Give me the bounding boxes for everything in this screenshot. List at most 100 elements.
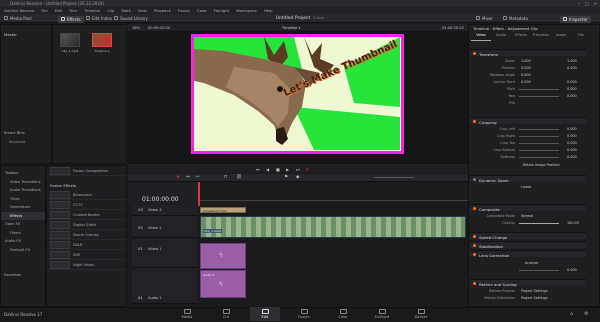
menu-trim[interactable]: Trim (69, 8, 77, 13)
pitch-row[interactable]: Pitch 0.000 (471, 86, 585, 92)
reverse-button[interactable]: ◀ (266, 167, 269, 172)
menu-file[interactable]: File (41, 8, 47, 13)
menu-davinci[interactable]: DaVinci Resolve (4, 8, 34, 13)
menu-color[interactable]: Color (197, 8, 207, 13)
menu-clip[interactable]: Clip (107, 8, 114, 13)
section-composite[interactable]: Composite (470, 204, 586, 212)
fx-digital-glitch[interactable]: Digital Glitch (47, 220, 126, 230)
page-tab-edit[interactable]: Edit (250, 307, 280, 321)
track-header-v3[interactable]: V3 Video 3 (132, 206, 198, 216)
menu-fairlight[interactable]: Fairlight (214, 8, 229, 13)
fx-drone-overlay[interactable]: Drone Overlay (47, 230, 126, 240)
rotation-row[interactable]: Rotation Angle 0.000 (471, 72, 585, 78)
tree-generators[interactable]: Generators (1, 203, 45, 212)
section-lens-correction[interactable]: Lens Correction (470, 250, 586, 258)
menu-workspace[interactable]: Workspace (236, 8, 257, 13)
crop-top-slider[interactable] (519, 142, 559, 144)
anchor-y-value[interactable]: 0.000 (567, 80, 577, 84)
fx-dve[interactable]: DVE (47, 250, 126, 260)
flip-row[interactable]: Flip (471, 100, 585, 106)
section-enabled-dot[interactable] (473, 120, 476, 123)
tree-fairlight-fx[interactable]: Fairlight FX (1, 246, 45, 255)
smart-bins-label[interactable]: Smart Bins (4, 130, 25, 135)
timeline-tracks[interactable]: Adjustment Clip Clip_1.mp4 ϟ Audio 1 ϟ (198, 206, 468, 304)
page-tab-cut[interactable]: Cut (211, 307, 241, 321)
section-dynamic-zoom[interactable]: Dynamic Zoom (470, 175, 586, 183)
inspector-toggle[interactable]: Inspector (560, 15, 591, 23)
flag-icon[interactable]: ⚑ (284, 175, 288, 180)
timeline-ruler[interactable] (198, 182, 468, 206)
video-clip-v2[interactable]: Clip_1.mp4 (200, 216, 466, 238)
crop-bottom-value[interactable]: 0.000 (567, 148, 577, 152)
section-enabled-dot[interactable] (473, 178, 476, 181)
fx-fusion-composition[interactable]: Fusion Composition (47, 166, 126, 176)
page-tab-media[interactable]: Media (172, 307, 202, 321)
anchor-row[interactable]: Anchor Point 0.000 0.000 (471, 79, 585, 85)
audio-clip-1[interactable]: ϟ (200, 243, 246, 269)
distortion-value[interactable]: 0.000 (567, 268, 577, 272)
playhead[interactable] (198, 182, 200, 206)
crop-left-slider[interactable] (519, 128, 559, 130)
composite-mode-value[interactable]: Normal (521, 214, 533, 218)
viewer[interactable]: Let's Make Thumbnail (128, 31, 468, 163)
audio-clip-2[interactable]: Audio 1 ϟ (200, 270, 246, 298)
tree-video-transitions[interactable]: Video Transitions (1, 178, 45, 187)
tree-toolbox[interactable]: Toolbox (1, 169, 45, 178)
crop-left-value[interactable]: 0.000 (567, 127, 577, 131)
pitch-slider[interactable] (519, 88, 559, 90)
menu-help[interactable]: Help (264, 8, 273, 13)
crop-right-row[interactable]: Crop Right 0.000 (471, 133, 585, 139)
snapping-icon[interactable]: ⊓ (224, 175, 228, 180)
close-button[interactable]: ✕ (594, 1, 597, 6)
retime-process-value[interactable]: Project Settings (521, 289, 548, 293)
menu-playback[interactable]: Playback (154, 8, 171, 13)
jump-end-button[interactable]: ⏭ (296, 167, 300, 172)
rotation-value[interactable]: 0.000 (521, 73, 531, 77)
timeline-thumbnail[interactable] (92, 33, 112, 47)
opacity-row[interactable]: Opacity 100.00 (471, 220, 585, 226)
position-row[interactable]: Position 0.000 0.000 (471, 65, 585, 71)
analyze-button[interactable]: Analyze (525, 261, 538, 265)
retain-image-row[interactable]: Retain Image Position (471, 162, 585, 168)
page-tab-fusion[interactable]: Fusion (289, 307, 319, 321)
favorites-label[interactable]: Favorites (4, 272, 21, 277)
fx-night-vision[interactable]: Night Vision (47, 260, 126, 270)
blade-tool-icon[interactable]: ✂ (196, 175, 200, 180)
selection-tool-icon[interactable]: ➤ (176, 175, 180, 180)
viewer-timeline-name[interactable]: Timeline 1 (282, 26, 301, 30)
position-y-value[interactable]: 0.000 (567, 66, 577, 70)
menu-view[interactable]: View (138, 8, 147, 13)
marker-icon[interactable]: ◆ (296, 175, 299, 180)
yaw-row[interactable]: Yaw 0.000 (471, 93, 585, 99)
section-enabled-dot[interactable] (473, 207, 476, 210)
zoom-slider[interactable] (374, 177, 414, 178)
tab-transition[interactable]: Transition (531, 33, 551, 41)
tab-image[interactable]: Image (551, 33, 571, 41)
opacity-value[interactable]: 100.00 (567, 221, 579, 225)
track-header-v2[interactable]: V2 Video 2 (132, 216, 198, 238)
section-enabled-dot[interactable] (473, 282, 476, 285)
pitch-value[interactable]: 0.000 (567, 87, 577, 91)
tree-open-fx[interactable]: Open FX (1, 220, 45, 229)
tab-file[interactable]: File (571, 33, 591, 41)
yaw-value[interactable]: 0.000 (567, 94, 577, 98)
crop-bottom-slider[interactable] (519, 149, 559, 151)
play-button[interactable]: ▶ (286, 167, 289, 172)
home-icon[interactable]: ⌂ (570, 311, 573, 317)
menu-fusion[interactable]: Fusion (178, 8, 190, 13)
tab-video[interactable]: Video (471, 33, 491, 41)
section-enabled-dot[interactable] (473, 244, 476, 247)
menu-edit[interactable]: Edit (55, 8, 62, 13)
section-transform[interactable]: Transform (470, 49, 586, 57)
motion-estimation-row[interactable]: Motion Estimation Project Settings (471, 295, 585, 301)
jump-start-button[interactable]: ⏮ (256, 167, 260, 172)
distortion-row[interactable]: 0.000 (471, 267, 585, 273)
keywords-label[interactable]: Keywords (9, 140, 25, 144)
tree-filters[interactable]: Filters (1, 229, 45, 238)
page-tab-color[interactable]: Color (328, 307, 358, 321)
zoom-y-value[interactable]: 1.000 (567, 59, 577, 63)
tree-audio-transitions[interactable]: Audio Transitions (1, 186, 45, 195)
fx-binoculars[interactable]: Binoculars (47, 190, 126, 200)
yaw-slider[interactable] (519, 95, 559, 97)
tab-audio[interactable]: Audio (491, 33, 511, 41)
